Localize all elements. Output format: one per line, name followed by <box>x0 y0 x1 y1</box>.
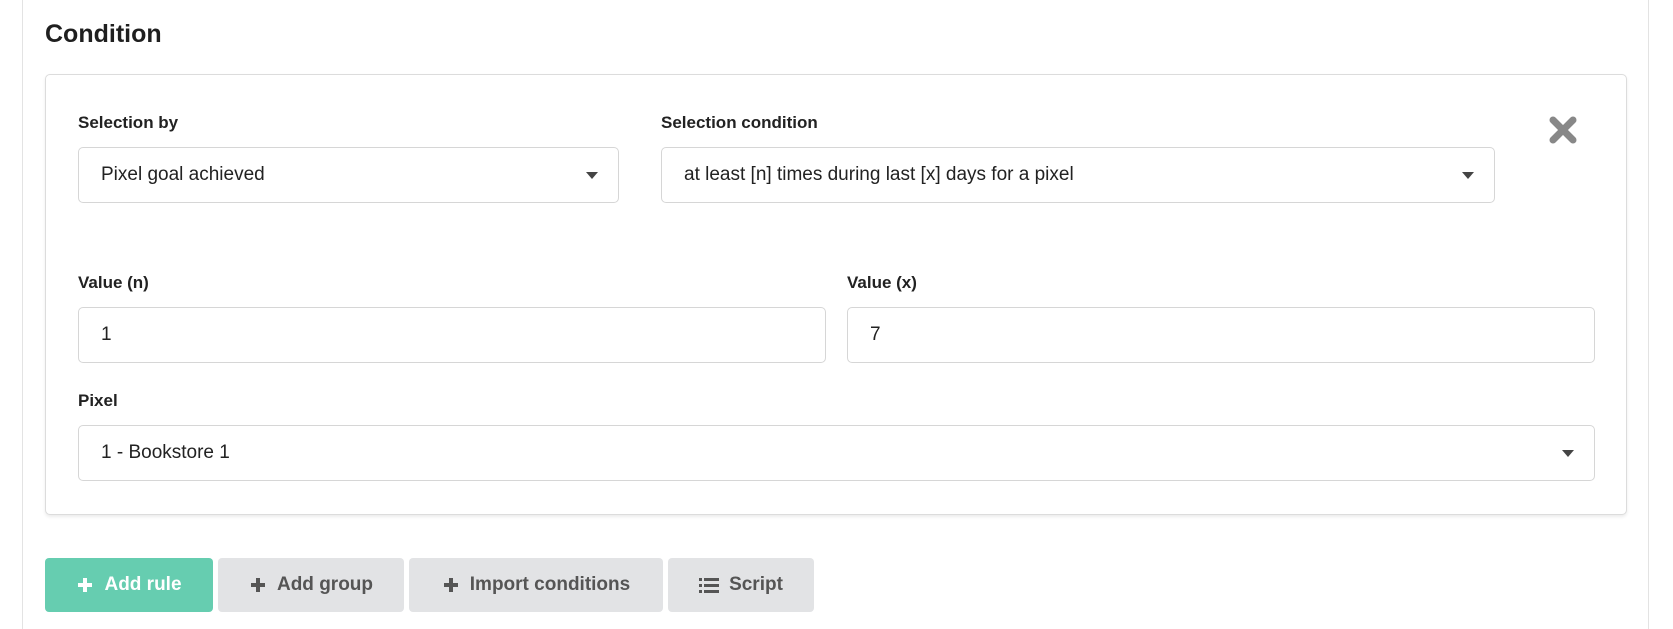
section-title: Condition <box>45 20 162 48</box>
selection-condition-label: Selection condition <box>661 113 818 132</box>
pixel-label: Pixel <box>78 391 118 410</box>
selection-condition-select[interactable]: at least [n] times during last [x] days … <box>661 147 1495 203</box>
chevron-down-icon <box>586 172 598 179</box>
value-n-label: Value (n) <box>78 273 149 292</box>
add-rule-label: Add rule <box>104 574 182 595</box>
add-group-button[interactable]: Add group <box>218 558 404 612</box>
import-conditions-label: Import conditions <box>469 574 631 595</box>
close-icon <box>1549 116 1577 144</box>
value-x-input[interactable]: 7 <box>847 307 1595 363</box>
chevron-down-icon <box>1562 450 1574 457</box>
plus-icon <box>78 578 93 592</box>
plus-icon <box>250 578 265 592</box>
value-x-label: Value (x) <box>847 273 917 292</box>
selection-by-value: Pixel goal achieved <box>101 164 265 185</box>
pixel-select[interactable]: 1 - Bookstore 1 <box>78 425 1595 481</box>
chevron-down-icon <box>1462 172 1474 179</box>
selection-by-select[interactable]: Pixel goal achieved <box>78 147 619 203</box>
import-conditions-button[interactable]: Import conditions <box>409 558 663 612</box>
page-right-border <box>1648 0 1649 629</box>
list-icon <box>699 578 720 593</box>
page-left-border <box>22 0 23 629</box>
add-rule-button[interactable]: Add rule <box>45 558 213 612</box>
value-n-value: 1 <box>101 324 112 345</box>
add-group-label: Add group <box>276 574 374 595</box>
script-button[interactable]: Script <box>668 558 814 612</box>
remove-rule-button[interactable] <box>1546 113 1580 147</box>
selection-by-label: Selection by <box>78 113 179 132</box>
script-label: Script <box>729 574 783 595</box>
selection-condition-value: at least [n] times during last [x] days … <box>684 164 1074 185</box>
value-n-input[interactable]: 1 <box>78 307 826 363</box>
plus-icon <box>443 578 458 592</box>
pixel-value: 1 - Bookstore 1 <box>101 442 230 463</box>
value-x-value: 7 <box>870 324 881 345</box>
condition-rule-card: Selection by Pixel goal achieved Selecti… <box>45 74 1627 515</box>
